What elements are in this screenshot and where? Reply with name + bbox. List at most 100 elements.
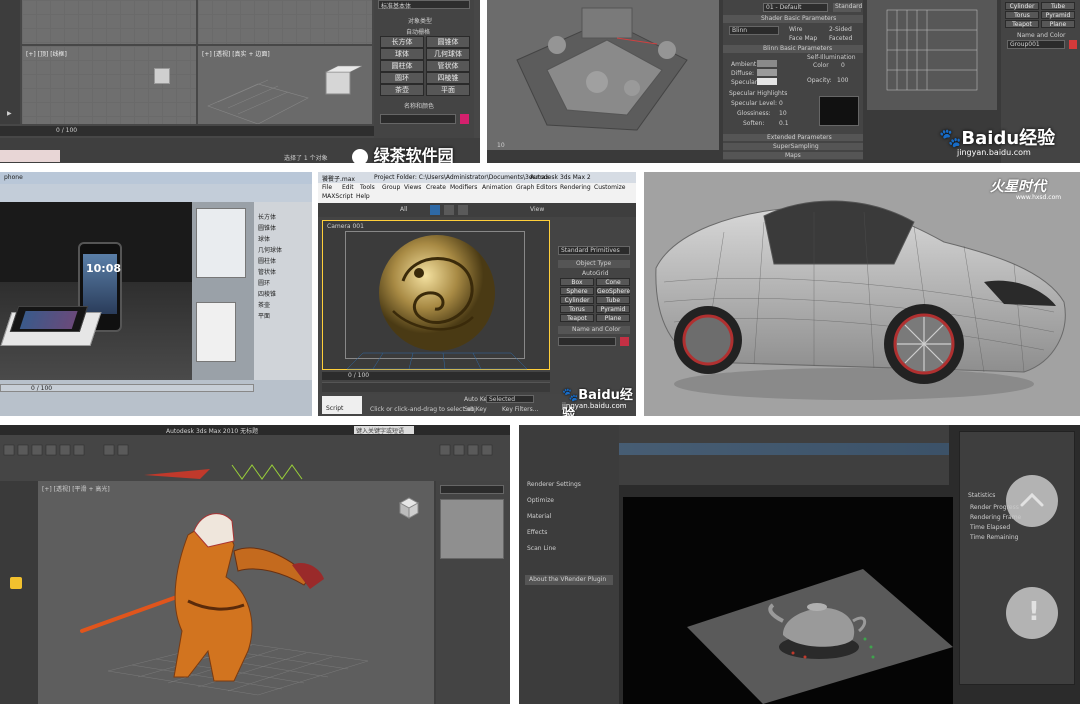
menu-item[interactable]: Group: [382, 184, 400, 191]
menu-item[interactable]: 长方体: [258, 212, 276, 221]
render-option[interactable]: Material: [527, 513, 551, 520]
ambient-swatch[interactable]: [757, 60, 777, 67]
shader-rollout[interactable]: Shader Basic Parameters: [723, 15, 863, 23]
key-filters-button[interactable]: Key Filters...: [502, 406, 539, 413]
menu-item[interactable]: Graph Editors: [516, 184, 557, 191]
render-option[interactable]: Optimize: [527, 497, 554, 504]
name-color-rollout[interactable]: Name and Color: [558, 326, 630, 334]
primitive-dropdown[interactable]: Standard Primitives: [558, 246, 630, 255]
set-key-label[interactable]: Set Key: [464, 406, 487, 413]
opacity-value[interactable]: 100: [837, 77, 848, 84]
move-tool-icon[interactable]: [444, 205, 454, 215]
primitive-button[interactable]: Teapot: [560, 314, 594, 322]
primitive-button[interactable]: 球体: [380, 48, 424, 60]
menu-item[interactable]: 圆环: [258, 278, 270, 287]
viewport-front[interactable]: [198, 0, 372, 44]
viewport-top[interactable]: [22, 0, 196, 44]
primitive-button[interactable]: 平面: [426, 84, 470, 96]
primitive-button[interactable]: Torus: [560, 305, 594, 313]
menu-item[interactable]: 管状体: [258, 267, 276, 276]
about-vrender-button[interactable]: About the VRender Plugin: [525, 575, 613, 585]
menu-item[interactable]: Rendering: [560, 184, 591, 191]
select-tool-icon[interactable]: [430, 205, 440, 215]
primitive-button[interactable]: 管状体: [426, 60, 470, 72]
primitive-button[interactable]: Box: [560, 278, 594, 286]
render-viewport[interactable]: [623, 497, 953, 704]
play-icon[interactable]: ▶: [7, 110, 12, 117]
primitive-button[interactable]: 茶壶: [380, 84, 424, 96]
faceted-checkbox[interactable]: Faceted: [829, 35, 852, 42]
feedback-button[interactable]: !: [1006, 587, 1058, 639]
material-type-button[interactable]: Standard: [833, 3, 862, 12]
primitive-button[interactable]: 长方体: [380, 36, 424, 48]
primitive-button[interactable]: Cone: [596, 278, 630, 286]
extended-rollout[interactable]: Extended Parameters: [723, 134, 863, 141]
primitive-button[interactable]: Teapot: [1005, 20, 1039, 28]
primitive-button[interactable]: Plane: [596, 314, 630, 322]
menu-item[interactable]: Help: [356, 193, 370, 200]
primitive-dropdown[interactable]: 标准基本体: [378, 0, 470, 10]
viewcube-icon[interactable]: [394, 493, 424, 523]
timeline[interactable]: 0 / 100: [322, 372, 550, 380]
primitive-button[interactable]: 圆柱体: [380, 60, 424, 72]
primitive-button[interactable]: Tube: [596, 296, 630, 304]
menu-item[interactable]: Views: [404, 184, 421, 191]
primitive-button[interactable]: 几何球体: [426, 48, 470, 60]
camera-viewport[interactable]: Camera 001: [322, 220, 550, 370]
menu-item[interactable]: Modifiers: [450, 184, 477, 191]
spec-level-value[interactable]: 0: [779, 100, 783, 107]
render-option[interactable]: Scan Line: [527, 545, 556, 552]
maps-rollout[interactable]: Maps: [723, 152, 863, 159]
maxscript-field[interactable]: [0, 150, 60, 162]
track-bar[interactable]: [322, 382, 550, 392]
group-name-field[interactable]: Group001: [1007, 40, 1065, 49]
modifier-list[interactable]: [440, 485, 504, 494]
primitive-button[interactable]: Pyramid: [1041, 11, 1075, 19]
menu-item[interactable]: 圆柱体: [258, 256, 276, 265]
menu-item[interactable]: 四棱锥: [258, 289, 276, 298]
menu-item[interactable]: Create: [426, 184, 446, 191]
primitive-button[interactable]: Cylinder: [1005, 2, 1039, 10]
color-swatch[interactable]: [460, 114, 469, 124]
helper-icon[interactable]: [10, 577, 22, 589]
color-swatch[interactable]: [620, 337, 629, 346]
primitive-button[interactable]: Pyramid: [596, 305, 630, 313]
time-slider[interactable]: 10: [497, 142, 505, 149]
color-swatch[interactable]: [1069, 40, 1077, 49]
render-option[interactable]: Effects: [527, 529, 547, 536]
menu-item[interactable]: 平面: [258, 311, 270, 320]
primitive-button[interactable]: 圆锥体: [426, 36, 470, 48]
object-type-rollout[interactable]: Object Type: [558, 260, 630, 268]
autogrid-checkbox[interactable]: 自动栅格: [406, 27, 430, 36]
wire-checkbox[interactable]: Wire: [789, 26, 803, 33]
menu-item[interactable]: Customize: [594, 184, 626, 191]
glossiness-value[interactable]: 10: [779, 110, 787, 117]
auto-key-dropdown[interactable]: Selected: [486, 395, 534, 403]
autogrid-checkbox[interactable]: AutoGrid: [582, 270, 609, 277]
menu-item[interactable]: Edit: [342, 184, 354, 191]
viewport-wireframe[interactable]: [867, 0, 997, 110]
perspective-viewport[interactable]: [+] [透视] [平滑 + 高光]: [38, 481, 434, 704]
supersampling-rollout[interactable]: SuperSampling: [723, 143, 863, 150]
viewport-left[interactable]: [+] [顶] [线框]: [22, 46, 196, 124]
selection-filter[interactable]: All: [400, 206, 407, 213]
menu-item[interactable]: Tools: [360, 184, 375, 191]
shader-dropdown[interactable]: Blinn: [729, 26, 779, 35]
diffuse-swatch[interactable]: [757, 69, 777, 76]
primitive-button[interactable]: Tube: [1041, 2, 1075, 10]
menu-item[interactable]: 几何球体: [258, 245, 282, 254]
material-name-field[interactable]: 01 - Default: [763, 3, 828, 12]
specular-swatch[interactable]: [757, 78, 777, 85]
name-field[interactable]: [558, 337, 616, 346]
render-option[interactable]: Renderer Settings: [527, 481, 581, 488]
scroll-top-button[interactable]: [1006, 475, 1058, 527]
menu-item[interactable]: 圆锥体: [258, 223, 276, 232]
two-sided-checkbox[interactable]: 2-Sided: [829, 26, 852, 33]
primitive-button[interactable]: Sphere: [560, 287, 594, 295]
face-map-checkbox[interactable]: Face Map: [789, 35, 817, 42]
soften-value[interactable]: 0.1: [779, 120, 789, 127]
viewport-perspective[interactable]: [+] [透视] [真实 + 边面]: [198, 46, 372, 124]
color-value[interactable]: 0: [841, 62, 845, 69]
primitive-button[interactable]: GeoSphere: [596, 287, 630, 295]
menu-item[interactable]: 茶壶: [258, 300, 270, 309]
